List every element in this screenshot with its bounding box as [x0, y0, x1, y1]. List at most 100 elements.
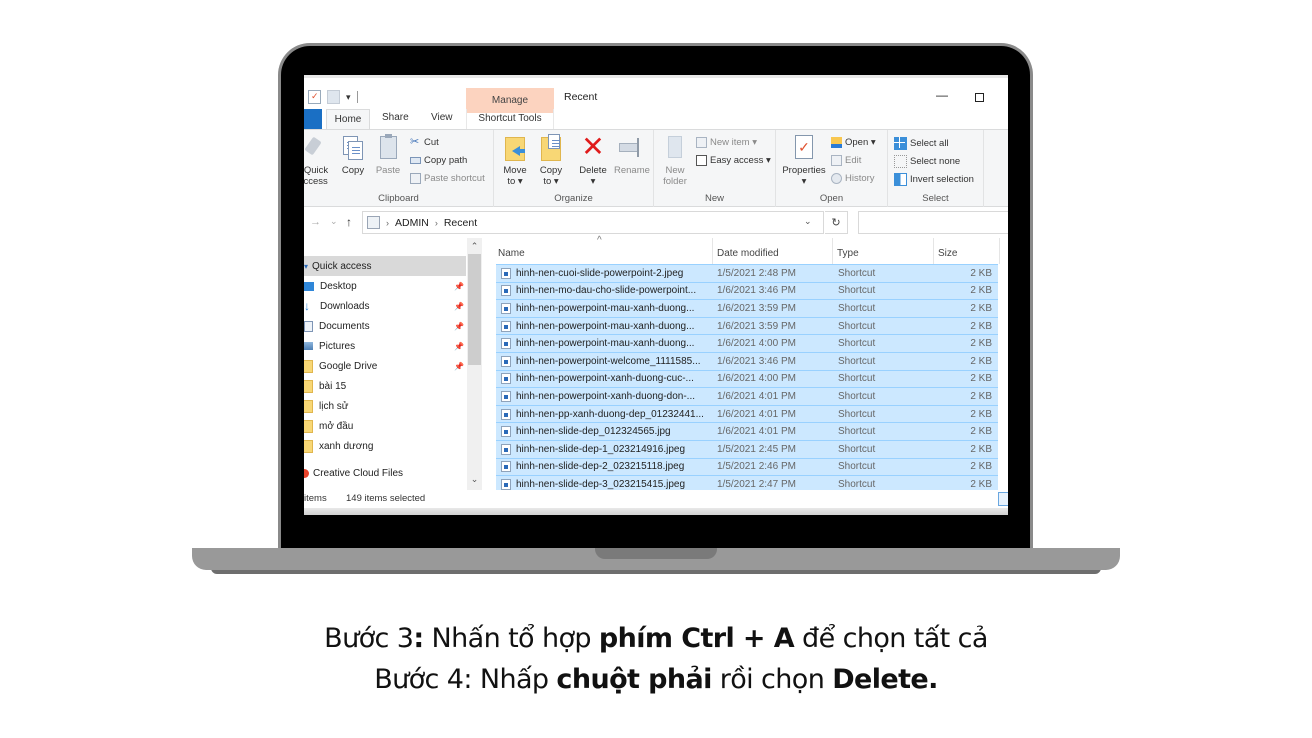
delete-button[interactable]: ✕ Delete ▾ [578, 133, 608, 188]
column-header-type[interactable]: Type [833, 238, 934, 264]
address-bar[interactable]: › ADMIN › Recent [362, 211, 824, 234]
laptop-notch [595, 548, 717, 559]
easy-access-button[interactable]: Easy access ▾ [696, 155, 771, 166]
file-size: 2 KB [970, 478, 992, 490]
caption-segment: : [413, 623, 424, 654]
invert-selection-button[interactable]: Invert selection [894, 173, 974, 186]
file-row[interactable]: hinh-nen-slide-dep_012324565.jpg 1/6/2021… [496, 422, 998, 440]
rename-button[interactable]: Rename [614, 134, 650, 176]
properties-icon[interactable] [308, 90, 321, 104]
new-folder-icon [663, 134, 687, 162]
recent-locations-button[interactable]: ⌄ [330, 216, 338, 227]
file-date-modified: 1/6/2021 4:00 PM [717, 338, 796, 350]
nav-pictures[interactable]: Pictures 📌 [304, 336, 466, 356]
new-folder-icon[interactable] [327, 90, 340, 104]
nav-creative-cloud-files[interactable]: Creative Cloud Files [304, 463, 466, 483]
move-to-button[interactable]: Move to ▾ [502, 134, 528, 187]
nav-folder-lich-su[interactable]: lịch sử [304, 396, 466, 416]
pin-icon[interactable]: 📌 [454, 282, 464, 291]
cut-button[interactable]: ✂ Cut [410, 136, 439, 149]
history-button[interactable]: History [831, 173, 875, 184]
breadcrumb-separator[interactable]: › [386, 218, 389, 228]
breadcrumb-recent[interactable]: Recent [444, 217, 477, 229]
address-dropdown-button[interactable]: ⌄ [804, 216, 812, 227]
forward-button[interactable]: → [310, 216, 321, 228]
tab-share[interactable]: Share [382, 112, 409, 123]
search-input[interactable] [858, 211, 1008, 234]
customize-toolbar-icon[interactable]: ▾ [346, 92, 351, 103]
file-row[interactable]: hinh-nen-powerpoint-mau-xanh-duong... 1/6… [496, 334, 998, 352]
file-row[interactable]: hinh-nen-powerpoint-xanh-duong-cuc-... 1/… [496, 369, 998, 388]
details-view-icon[interactable] [998, 492, 1008, 506]
caption-segment: Bước 4: Nhấp [374, 664, 557, 695]
caption-segment: rồi chọn [711, 664, 833, 695]
scroll-up-icon[interactable]: ⌃ [467, 241, 482, 252]
file-row[interactable]: hinh-nen-powerpoint-xanh-duong-don-... 1/… [496, 387, 998, 405]
image-shortcut-icon [501, 267, 511, 279]
expand-chevron-icon[interactable]: ▾ [304, 262, 308, 271]
nav-pane-scroll-thumb[interactable] [468, 254, 481, 365]
file-row[interactable]: hinh-nen-cuoi-slide-powerpoint-2.jpeg 1/5… [496, 264, 998, 282]
scissors-icon: ✂ [410, 136, 420, 148]
open-button[interactable]: Open ▾ [831, 137, 876, 148]
file-size: 2 KB [970, 338, 992, 350]
tab-home[interactable]: Home [326, 109, 370, 130]
column-header-size[interactable]: Size [934, 238, 1000, 264]
refresh-button[interactable]: ↻ [825, 211, 848, 234]
pin-quick-access-button[interactable]: Quick access [304, 134, 334, 187]
file-row[interactable]: hinh-nen-mo-dau-cho-slide-powerpoint... 1… [496, 281, 998, 300]
pin-icon[interactable]: 📌 [454, 362, 464, 371]
paste-shortcut-button[interactable]: Paste shortcut [410, 173, 485, 184]
copy-path-icon [410, 157, 421, 164]
minimize-button[interactable]: — [936, 88, 948, 102]
file-size: 2 KB [970, 461, 992, 473]
maximize-button[interactable] [975, 93, 984, 102]
file-row[interactable]: hinh-nen-powerpoint-mau-xanh-duong... 1/6… [496, 316, 998, 335]
image-shortcut-icon [501, 302, 511, 314]
up-button[interactable]: ↑ [346, 215, 352, 229]
new-folder-button[interactable]: New folder [660, 134, 690, 187]
tab-file[interactable] [304, 109, 322, 129]
properties-button[interactable]: ✓ Properties ▾ [780, 134, 828, 187]
select-none-button[interactable]: Select none [894, 155, 960, 168]
nav-pane-scrollbar[interactable]: ⌃ ⌄ [467, 238, 482, 490]
pictures-icon [304, 342, 313, 350]
breadcrumb-admin[interactable]: ADMIN [395, 217, 429, 229]
new-item-button[interactable]: New item ▾ [696, 137, 757, 148]
column-header-date-modified[interactable]: Date modified [713, 238, 833, 264]
file-row[interactable]: hinh-nen-slide-dep-1_023214916.jpeg 1/5/2… [496, 440, 998, 458]
paste-icon [376, 134, 400, 162]
nav-folder-bai-15[interactable]: bài 15 [304, 376, 466, 396]
paste-button[interactable]: Paste [374, 134, 402, 176]
column-header-name[interactable]: Name [494, 238, 713, 264]
file-date-modified: 1/6/2021 3:46 PM [717, 285, 796, 297]
scroll-down-icon[interactable]: ⌄ [467, 474, 482, 485]
file-row[interactable]: hinh-nen-powerpoint-welcome_1111585... 1/… [496, 352, 998, 370]
pin-icon[interactable]: 📌 [454, 302, 464, 311]
nav-downloads[interactable]: ↓ Downloads 📌 [304, 296, 466, 316]
image-shortcut-icon [501, 478, 511, 490]
copy-button[interactable]: Copy [341, 134, 365, 176]
file-row[interactable]: hinh-nen-pp-xanh-duong-dep_01232441... 1/… [496, 404, 998, 423]
file-row[interactable]: hinh-nen-slide-dep-2_023215118.jpeg 1/5/2… [496, 457, 998, 476]
copy-path-button[interactable]: Copy path [410, 155, 467, 166]
pin-icon[interactable]: 📌 [454, 342, 464, 351]
tab-view[interactable]: View [431, 112, 453, 123]
tab-shortcut-tools[interactable]: Shortcut Tools [466, 109, 554, 129]
pin-icon[interactable]: 📌 [454, 322, 464, 331]
nav-folder-mo-dau[interactable]: mở đầu [304, 416, 466, 436]
nav-google-drive[interactable]: Google Drive 📌 [304, 356, 466, 376]
nav-folder-xanh-duong[interactable]: xanh dương [304, 436, 466, 456]
quick-access-toolbar: ▾ [308, 90, 358, 104]
ribbon-tabs: Home Share View Shortcut Tools [304, 109, 1008, 130]
edit-button[interactable]: Edit [831, 155, 861, 166]
breadcrumb-separator[interactable]: › [435, 218, 438, 228]
copy-to-button[interactable]: Copy to ▾ [538, 134, 564, 187]
folder-icon [304, 379, 313, 393]
select-group: Select all Select none Invert selection … [888, 130, 984, 207]
nav-quick-access[interactable]: ▾ Quick access [304, 256, 466, 276]
nav-documents[interactable]: Documents 📌 [304, 316, 466, 336]
file-row[interactable]: hinh-nen-powerpoint-mau-xanh-duong... 1/6… [496, 299, 998, 317]
nav-desktop[interactable]: Desktop 📌 [304, 276, 466, 296]
select-all-button[interactable]: Select all [894, 137, 949, 150]
